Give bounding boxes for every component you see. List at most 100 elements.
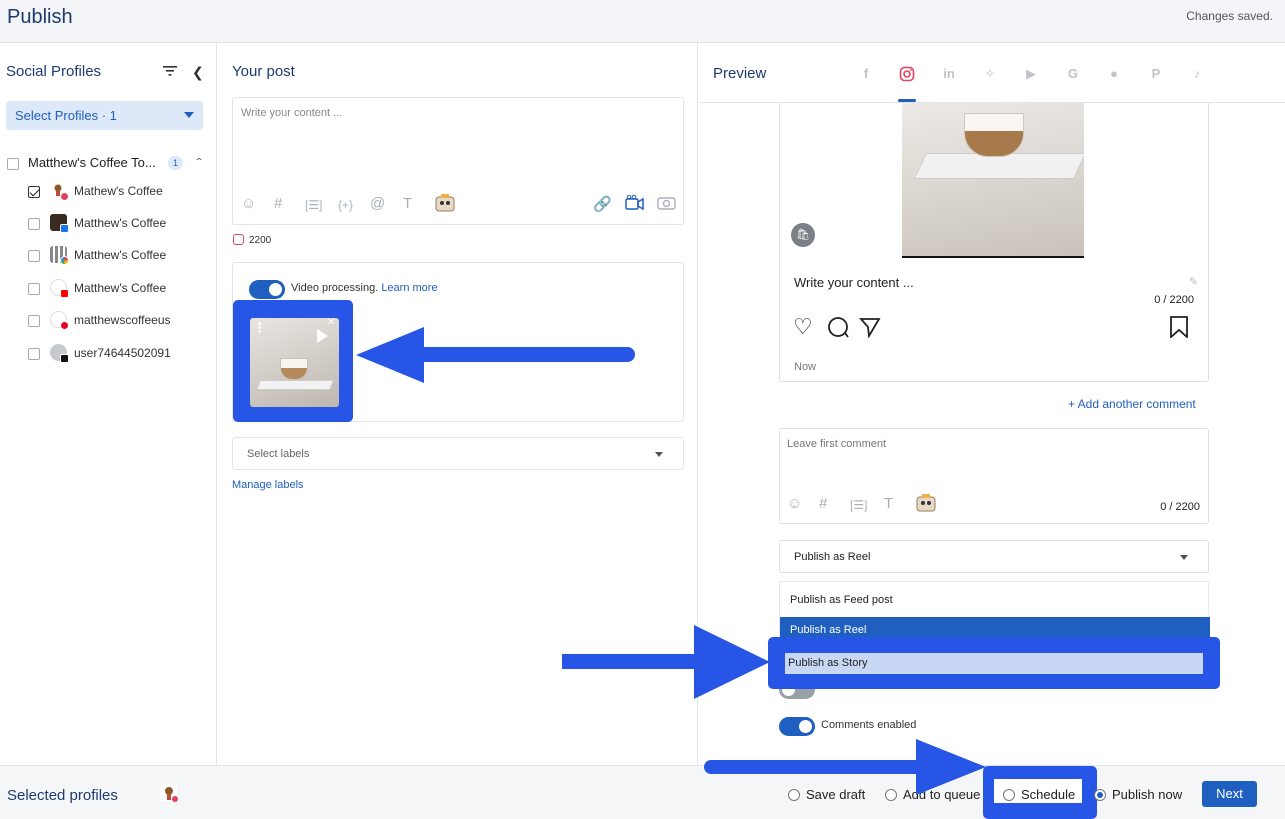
your-post-title: Your post [232,63,295,80]
text-format-icon[interactable]: T [403,195,412,212]
publish-now-label: Publish now [1112,787,1183,802]
preview-panel: Preview f in ✧ ▶ G ● P ♪ 🛍 Write your co… [699,43,1285,765]
play-icon[interactable] [317,329,328,343]
comment-placeholder: Leave first comment [787,438,887,450]
collapse-panel-icon[interactable]: ❮ [192,64,204,81]
publish-now-option[interactable]: Publish now [1094,787,1182,802]
reddit-tab-icon[interactable]: ● [1106,66,1122,82]
radio-selected[interactable] [1094,789,1106,801]
footer-bar: Selected profiles Save draft Add to queu… [0,765,1285,819]
post-time: Now [794,361,817,373]
profile-checkbox[interactable] [28,218,40,230]
facebook-icon [60,224,69,233]
option-feed-post[interactable]: Publish as Feed post [780,587,1210,612]
next-button[interactable]: Next [1202,781,1257,807]
social-profiles-panel: Social Profiles ❮ Select Profiles · 1 Ma… [0,43,217,765]
annotation-arrow-head [356,327,424,383]
google-tab-icon[interactable]: G [1065,66,1081,82]
variable-icon[interactable]: {+} [338,198,353,212]
post-editor[interactable]: Write your content ... ☺ # [☰] {+} @ T 🔗 [232,97,684,225]
comment-icon[interactable] [827,316,849,342]
youtube-tab-icon[interactable]: ▶ [1023,66,1039,82]
select-profiles-dropdown[interactable]: Select Profiles · 1 [6,101,203,130]
more-vertical-icon[interactable]: ⋮ [253,320,266,336]
publish-type-selected: Publish as Reel [794,551,871,563]
ai-assistant-icon[interactable] [435,194,455,216]
group-checkbox[interactable] [7,158,19,170]
select-labels-placeholder: Select labels [247,448,310,460]
chevron-up-icon[interactable]: ⌃ [194,156,204,166]
annotation-arrow [562,654,700,669]
char-limit: 2200 [233,234,271,246]
profile-name: Mathew's Coffee [74,184,163,198]
shopping-bag-icon[interactable]: 🛍 [791,223,815,247]
radio[interactable] [788,789,800,801]
tiktok-tab-icon[interactable]: ♪ [1189,66,1205,82]
facebook-tab-icon[interactable]: f [858,66,874,82]
post-image [902,103,1084,258]
youtube-icon [60,289,69,298]
hashtag-icon[interactable]: # [819,495,827,512]
profile-checkbox[interactable] [28,283,40,295]
pencil-icon[interactable]: ✎ [1189,275,1198,288]
publish-type-select[interactable]: Publish as Reel [779,540,1209,573]
emoji-icon[interactable]: ☺ [787,495,802,512]
snippet-icon[interactable]: [☰] [305,198,322,212]
bookmark-icon[interactable] [1169,316,1189,342]
caret-down-icon [1180,555,1188,560]
mention-icon[interactable]: @ [370,195,385,212]
profile-row-google[interactable]: Matthew's Coffee [28,246,213,266]
snippet-icon[interactable]: [☰] [850,498,867,512]
selected-profiles-title: Selected profiles [7,787,118,804]
profile-name: matthewscoffeeus [74,313,171,327]
linkedin-tab-icon[interactable]: in [941,66,957,82]
pinterest-icon [60,321,69,330]
save-draft-option[interactable]: Save draft [788,787,865,802]
profile-group[interactable]: Matthew's Coffee To... 1 ⌃ [7,155,212,173]
image-edge [902,256,1084,258]
save-status: Changes saved. [1186,9,1273,23]
emoji-icon[interactable]: ☺ [241,195,256,212]
select-profiles-label: Select Profiles · 1 [15,108,117,123]
radio[interactable] [885,789,897,801]
add-another-comment-link[interactable]: + Add another comment [1068,397,1196,411]
radio[interactable] [1003,789,1015,801]
char-limit-value: 2200 [249,235,272,246]
camera-icon[interactable] [657,195,676,214]
select-labels-dropdown[interactable]: Select labels [232,437,684,470]
page-title: Publish [7,6,73,28]
selected-profile-avatar[interactable] [160,784,178,802]
profile-checkbox[interactable] [28,186,40,198]
manage-labels-link[interactable]: Manage labels [232,479,304,491]
ai-assistant-icon[interactable] [916,494,936,516]
comments-enabled-toggle[interactable] [779,717,815,736]
profile-row-instagram[interactable]: Mathew's Coffee [28,182,213,202]
profile-row-pinterest[interactable]: matthewscoffeeus [28,311,213,331]
profile-checkbox[interactable] [28,315,40,327]
profile-checkbox[interactable] [28,348,40,360]
media-section: Video processing. Learn more ⋮ ✕ [232,262,684,422]
comment-count: 0 / 2200 [1160,501,1200,513]
image-cup-shape [964,113,1024,157]
send-icon[interactable] [859,316,881,342]
pinterest-tab-icon[interactable]: P [1148,66,1164,82]
link-icon[interactable]: 🔗 [593,195,612,213]
instagram-tab-icon[interactable] [899,66,915,82]
first-comment-input[interactable]: Leave first comment ☺ # [☰] T 0 / 2200 [779,428,1209,524]
profile-row-youtube[interactable]: Matthew's Coffee [28,279,213,299]
hashtag-icon[interactable]: # [274,195,282,212]
schedule-option[interactable]: Schedule [1003,787,1075,802]
video-processing-toggle[interactable] [249,280,285,299]
close-icon[interactable]: ✕ [327,317,335,328]
heart-icon[interactable]: ♡ [793,316,813,338]
profile-checkbox[interactable] [28,250,40,262]
twitter-tab-icon[interactable]: ✧ [982,66,998,82]
profile-row-tiktok[interactable]: user74644502091 [28,344,213,364]
learn-more-link[interactable]: Learn more [381,282,437,294]
tiktok-icon [60,354,69,363]
filter-icon[interactable] [163,65,177,77]
option-story[interactable]: Publish as Story [785,653,1203,674]
profile-row-facebook[interactable]: Matthew's Coffee [28,214,213,234]
text-format-icon[interactable]: T [884,495,893,512]
video-icon[interactable] [625,194,644,214]
